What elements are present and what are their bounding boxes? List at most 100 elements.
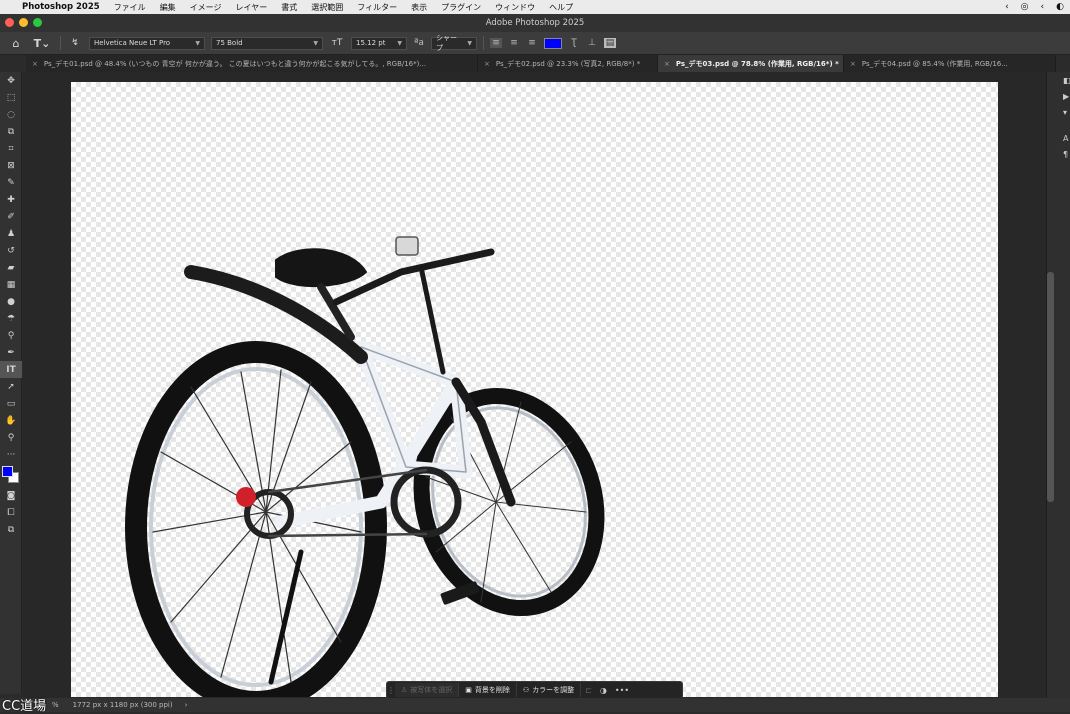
align-left-icon[interactable]: ≡: [490, 38, 502, 48]
eraser-tool-icon[interactable]: ▰: [0, 259, 22, 276]
path-selection-tool-icon[interactable]: ➚: [0, 378, 22, 395]
adjust-color-button[interactable]: ⚇ カラーを調整: [517, 683, 582, 697]
align-right-icon[interactable]: ≡: [526, 38, 538, 48]
menu-file[interactable]: ファイル: [114, 2, 146, 13]
font-size-value: 15.12 pt: [356, 39, 386, 47]
watermark-text: CC道場: [2, 699, 47, 714]
font-size-select[interactable]: 15.12 pt ▼: [351, 36, 407, 50]
chevron-left-icon-2[interactable]: ‹: [1041, 2, 1045, 12]
remove-background-button[interactable]: ▣ 背景を削除: [459, 683, 517, 697]
zoom-level[interactable]: %: [52, 701, 59, 709]
character-icon[interactable]: A: [1063, 134, 1068, 143]
chevron-left-icon[interactable]: ‹: [1005, 2, 1009, 12]
move-tool-icon[interactable]: ✥: [0, 72, 22, 89]
menu-help[interactable]: ヘルプ: [549, 2, 573, 13]
3d-panel-icon[interactable]: ▤: [604, 38, 616, 48]
screen-mode-icon[interactable]: ⧠: [0, 504, 22, 521]
vertical-scrollbar[interactable]: [1047, 272, 1054, 502]
minimize-window-button[interactable]: [19, 18, 28, 27]
warp-text-icon[interactable]: Ʈ: [568, 38, 580, 48]
more-tools-icon[interactable]: ···: [0, 446, 22, 463]
menu-edit[interactable]: 編集: [160, 2, 176, 13]
gradient-tool-icon[interactable]: ▦: [0, 276, 22, 293]
more-options-icon[interactable]: •••: [611, 686, 633, 695]
paragraph-icon[interactable]: ¶: [1063, 150, 1068, 159]
quick-mask-icon[interactable]: ◙: [0, 487, 22, 504]
close-icon[interactable]: ×: [32, 60, 38, 68]
foreground-color-swatch[interactable]: [2, 466, 13, 477]
menu-filter[interactable]: フィルター: [357, 2, 397, 13]
status-bar: % 1772 px x 1180 px (300 ppi) ›: [0, 698, 1070, 712]
hand-tool-icon[interactable]: ✋: [0, 412, 22, 429]
adjustment-layer-icon[interactable]: ◑: [596, 686, 611, 695]
menu-layer[interactable]: レイヤー: [236, 2, 268, 13]
tab-document-3[interactable]: × Ps_デモ03.psd @ 78.8% (作業用, RGB/16*) *: [658, 55, 844, 72]
close-window-button[interactable]: [5, 18, 14, 27]
rear-tire: [125, 341, 387, 713]
text-color-swatch[interactable]: [544, 37, 562, 49]
comment-icon[interactable]: ▾: [1063, 108, 1067, 117]
select-subject-button[interactable]: ♙ 被写体を選択: [395, 683, 460, 697]
rectangle-tool-icon[interactable]: ▭: [0, 395, 22, 412]
frame-tool-icon[interactable]: ⊠: [0, 157, 22, 174]
menu-image[interactable]: イメージ: [190, 2, 222, 13]
font-family-select[interactable]: Helvetica Neue LT Pro ▼: [89, 36, 205, 50]
generative-icon[interactable]: ⧉: [0, 521, 22, 538]
dodge-tool-icon[interactable]: ☂: [0, 310, 22, 327]
tab-label: Ps_デモ02.psd @ 23.3% (写真2, RGB/8*) *: [495, 59, 641, 68]
font-style-value: 75 Bold: [216, 39, 243, 47]
image-icon: ▣: [465, 686, 472, 694]
lasso-tool-icon[interactable]: ◌: [0, 106, 22, 123]
maximize-window-button[interactable]: [33, 18, 42, 27]
panel-icon[interactable]: ◧: [1063, 76, 1070, 85]
pin-icon[interactable]: ⊏: [581, 686, 596, 695]
close-icon[interactable]: ×: [484, 60, 490, 68]
brush-tool-icon[interactable]: ✐: [0, 208, 22, 225]
adjust-icon: ⚇: [522, 686, 530, 694]
character-panel-icon[interactable]: ⊥: [586, 38, 598, 48]
text-orientation-icon[interactable]: ↯: [67, 38, 83, 48]
object-selection-tool-icon[interactable]: ⧉: [0, 123, 22, 140]
menu-view[interactable]: 表示: [411, 2, 427, 13]
sponge-tool-icon[interactable]: ⚲: [0, 327, 22, 344]
title-bar: Adobe Photoshop 2025: [0, 14, 1070, 32]
bike-light: [395, 236, 419, 256]
menu-type[interactable]: 書式: [281, 2, 297, 13]
tab-document-4[interactable]: × Ps_デモ04.psd @ 85.4% (作業用, RGB/16...: [844, 55, 1056, 72]
marquee-tool-icon[interactable]: ⬚: [0, 89, 22, 106]
crop-tool-icon[interactable]: ⌗: [0, 140, 22, 157]
menu-select[interactable]: 選択範囲: [311, 2, 343, 13]
close-icon[interactable]: ×: [850, 60, 856, 68]
clone-stamp-tool-icon[interactable]: ♟: [0, 225, 22, 242]
menu-app-name[interactable]: Photoshop 2025: [22, 2, 100, 12]
type-tool-preset-icon[interactable]: T⌄: [30, 37, 54, 50]
type-tool-icon[interactable]: IT: [0, 361, 22, 378]
workspace: [23, 72, 1046, 713]
tab-document-2[interactable]: × Ps_デモ02.psd @ 23.3% (写真2, RGB/8*) *: [478, 55, 658, 72]
remove-background-label: 背景を削除: [474, 686, 510, 694]
menu-plugins[interactable]: プラグイン: [441, 2, 481, 13]
home-icon[interactable]: ⌂: [8, 37, 24, 50]
document-canvas[interactable]: [71, 82, 998, 713]
healing-brush-tool-icon[interactable]: ✚: [0, 191, 22, 208]
document-tabs: × Ps_デモ01.psd @ 48.4% (いつもの 青空が 何かが違う。 この…: [26, 55, 1056, 72]
chevron-right-icon[interactable]: ›: [185, 701, 188, 709]
drag-handle-icon[interactable]: ⋮: [387, 686, 395, 695]
blur-tool-icon[interactable]: ●: [0, 293, 22, 310]
eyedropper-tool-icon[interactable]: ✎: [0, 174, 22, 191]
creative-cloud-icon[interactable]: ◎: [1021, 2, 1029, 12]
dark-mode-icon[interactable]: ◐: [1056, 2, 1064, 12]
divider: [60, 36, 61, 50]
play-icon[interactable]: ▶: [1063, 92, 1069, 101]
align-center-icon[interactable]: ≡: [508, 38, 520, 48]
font-style-select[interactable]: 75 Bold ▼: [211, 36, 323, 50]
antialias-select[interactable]: シャープ ▼: [431, 34, 477, 52]
adjust-color-label: カラーを調整: [532, 686, 575, 694]
font-family-value: Helvetica Neue LT Pro: [94, 39, 171, 47]
tab-document-1[interactable]: × Ps_デモ01.psd @ 48.4% (いつもの 青空が 何かが違う。 この…: [26, 55, 478, 72]
zoom-tool-icon[interactable]: ⚲: [0, 429, 22, 446]
menu-window[interactable]: ウィンドウ: [495, 2, 535, 13]
pen-tool-icon[interactable]: ✒: [0, 344, 22, 361]
close-icon[interactable]: ×: [664, 60, 670, 68]
history-brush-tool-icon[interactable]: ↺: [0, 242, 22, 259]
